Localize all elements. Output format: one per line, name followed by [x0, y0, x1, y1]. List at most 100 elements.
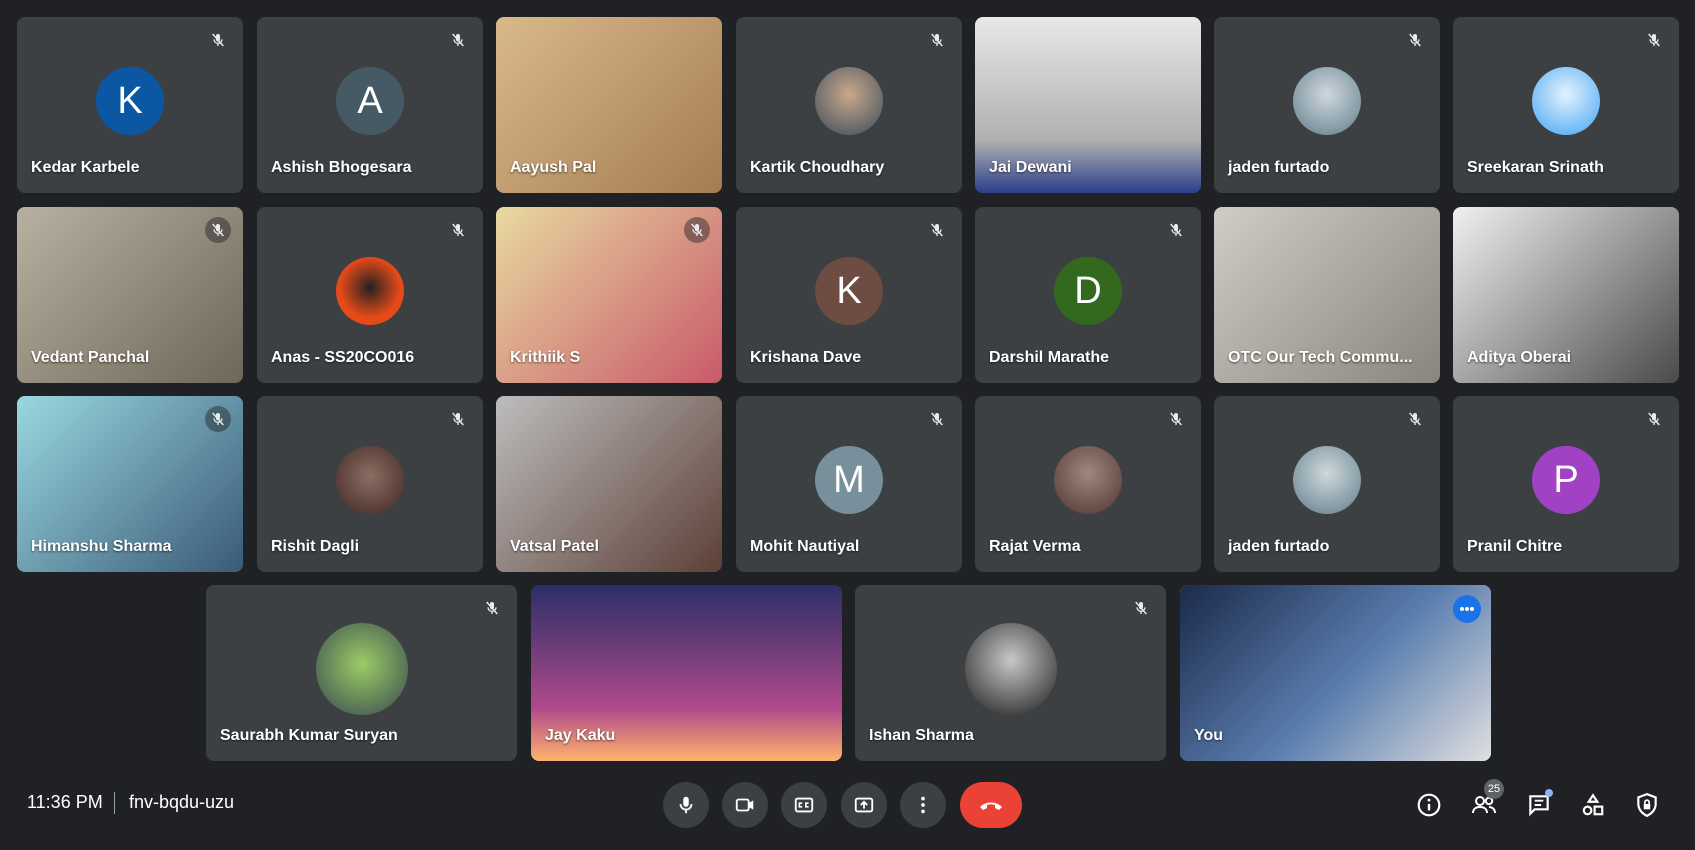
avatar: P: [1532, 446, 1600, 514]
profile-photo: [1293, 446, 1361, 514]
profile-photo: [1054, 446, 1122, 514]
more-options-button[interactable]: [900, 782, 946, 828]
participant-name: Ashish Bhogesara: [271, 159, 412, 176]
participant-tile[interactable]: Himanshu Sharma: [17, 396, 243, 572]
profile-photo: [315, 623, 408, 715]
chat-button[interactable]: [1521, 787, 1557, 823]
mic-muted-icon: [445, 217, 471, 243]
avatar: K: [96, 67, 164, 135]
participant-name: Darshil Marathe: [989, 349, 1110, 366]
mic-muted-icon: [445, 27, 471, 53]
avatar-initial: K: [836, 269, 862, 312]
captions-icon: [794, 797, 814, 813]
avatar-initial: K: [117, 79, 143, 122]
meeting-time: 11:36 PM: [27, 792, 103, 812]
avatar-initial: P: [1553, 458, 1579, 501]
self-tile[interactable]: You: [1180, 585, 1491, 761]
participant-name: Rishit Dagli: [271, 538, 360, 555]
meeting-code[interactable]: fnv-bqdu-uzu: [129, 792, 234, 813]
participant-name: Krithiik S: [510, 349, 581, 366]
participant-tile[interactable]: Aditya Oberai: [1453, 207, 1679, 383]
participant-tile[interactable]: Krithiik S: [496, 207, 722, 383]
avatar-initial: D: [1074, 269, 1102, 312]
participant-grid: K Kedar Karbele A Ashish Bhogesara Aayush Pa…: [0, 0, 1695, 770]
mic-muted-icon: [924, 217, 950, 243]
tile-more-options-icon[interactable]: [1453, 595, 1481, 623]
participant-tile[interactable]: jaden furtado: [1214, 396, 1440, 572]
participant-tile[interactable]: K Krishana Dave: [736, 207, 962, 383]
avatar: [315, 623, 408, 715]
participant-tile[interactable]: Jay Kaku: [531, 585, 842, 761]
mic-muted-icon: [479, 595, 505, 621]
participant-tile[interactable]: Rishit Dagli: [257, 396, 483, 572]
participant-name: Himanshu Sharma: [31, 538, 172, 555]
participant-tile[interactable]: A Ashish Bhogesara: [257, 17, 483, 193]
avatar: [815, 67, 883, 135]
avatar: A: [336, 67, 404, 135]
participant-tile[interactable]: D Darshil Marathe: [975, 207, 1201, 383]
participant-name: Vatsal Patel: [510, 538, 599, 555]
participant-name: Aayush Pal: [510, 159, 597, 176]
chat-unread-dot: [1545, 789, 1553, 797]
participant-name: OTC Our Tech Commu...: [1228, 349, 1413, 366]
end-call-button[interactable]: [960, 782, 1022, 828]
microphone-button[interactable]: [663, 782, 709, 828]
mic-muted-icon: [924, 406, 950, 432]
activities-button[interactable]: [1575, 787, 1611, 823]
participant-name: Kartik Choudhary: [750, 159, 885, 176]
mic-muted-icon: [1402, 406, 1428, 432]
mic-muted-icon: [1641, 406, 1667, 432]
info-icon: [1417, 793, 1441, 817]
participant-tile[interactable]: Vatsal Patel: [496, 396, 722, 572]
avatar: D: [1054, 257, 1122, 325]
participant-tile[interactable]: P Pranil Chitre: [1453, 396, 1679, 572]
profile-photo: [1532, 67, 1600, 135]
participant-tile[interactable]: Rajat Verma: [975, 396, 1201, 572]
mic-muted-icon: [1128, 595, 1154, 621]
participant-tile[interactable]: Jai Dewani: [975, 17, 1201, 193]
participant-name: jaden furtado: [1228, 538, 1330, 555]
avatar: M: [815, 446, 883, 514]
people-button[interactable]: 25: [1466, 779, 1504, 823]
mic-muted-icon: [205, 217, 231, 243]
participant-tile[interactable]: jaden furtado: [1214, 17, 1440, 193]
participant-tile[interactable]: M Mohit Nautiyal: [736, 396, 962, 572]
host-controls-button[interactable]: [1629, 787, 1665, 823]
captions-button[interactable]: [781, 782, 827, 828]
mic-muted-icon: [1402, 27, 1428, 53]
avatar: [336, 257, 404, 325]
profile-photo: [815, 67, 883, 135]
participant-name: Aditya Oberai: [1467, 349, 1572, 366]
end-call-icon: [980, 802, 1002, 810]
participant-name: Vedant Panchal: [31, 349, 150, 366]
profile-photo: [336, 446, 404, 514]
participant-name: Sreekaran Srinath: [1467, 159, 1604, 176]
mic-muted-icon: [1163, 406, 1189, 432]
participant-tile[interactable]: Aayush Pal: [496, 17, 722, 193]
participant-name: Saurabh Kumar Suryan: [220, 727, 398, 744]
more-options-icon: [921, 796, 925, 814]
info-button[interactable]: [1411, 787, 1447, 823]
avatar-initial: A: [357, 79, 383, 122]
mic-muted-icon: [205, 27, 231, 53]
participant-name: Jai Dewani: [989, 159, 1072, 176]
participant-tile[interactable]: OTC Our Tech Commu...: [1214, 207, 1440, 383]
avatar: [1532, 67, 1600, 135]
participant-name: Ishan Sharma: [869, 727, 974, 744]
profile-photo: [336, 257, 404, 325]
avatar: [1293, 67, 1361, 135]
avatar: [1293, 446, 1361, 514]
participant-name: Rajat Verma: [989, 538, 1081, 555]
participant-tile[interactable]: Kartik Choudhary: [736, 17, 962, 193]
avatar: [1054, 446, 1122, 514]
present-button[interactable]: [841, 782, 887, 828]
participant-tile[interactable]: Sreekaran Srinath: [1453, 17, 1679, 193]
participant-tile[interactable]: Saurabh Kumar Suryan: [206, 585, 517, 761]
camera-button[interactable]: [722, 782, 768, 828]
participant-tile[interactable]: K Kedar Karbele: [17, 17, 243, 193]
participant-tile[interactable]: Anas - SS20CO016: [257, 207, 483, 383]
avatar: [336, 446, 404, 514]
divider: [114, 792, 115, 814]
participant-tile[interactable]: Ishan Sharma: [855, 585, 1166, 761]
participant-tile[interactable]: Vedant Panchal: [17, 207, 243, 383]
